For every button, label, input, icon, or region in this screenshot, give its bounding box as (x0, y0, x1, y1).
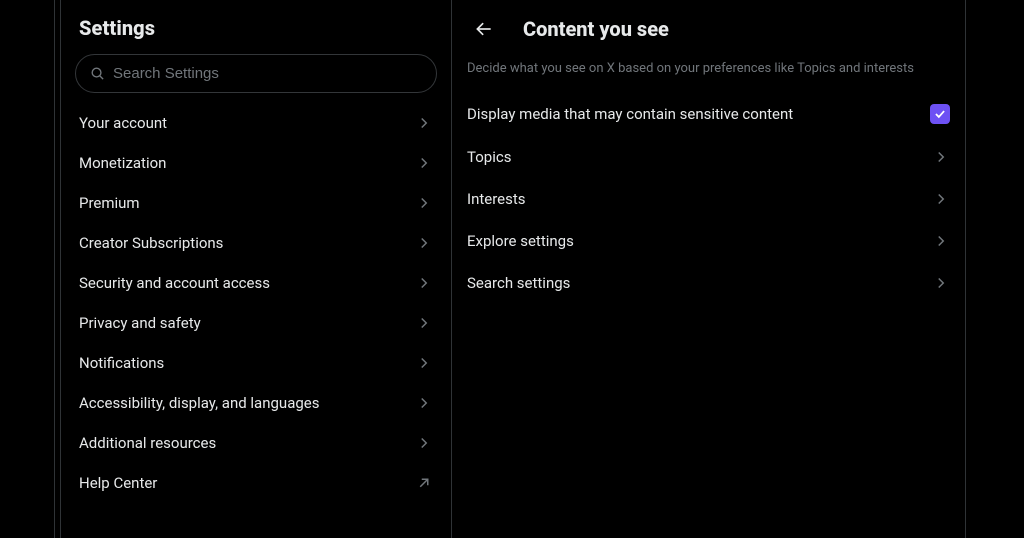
sidebar-item-your-account[interactable]: Your account (61, 103, 451, 143)
search-icon (90, 66, 105, 81)
content-item-label: Interests (467, 190, 526, 208)
sidebar-item-label: Security and account access (79, 274, 270, 292)
chevron-right-icon (415, 234, 433, 252)
sidebar-item-label: Privacy and safety (79, 314, 201, 332)
sidebar-item-premium[interactable]: Premium (61, 183, 451, 223)
sidebar-item-privacy-and-safety[interactable]: Privacy and safety (61, 303, 451, 343)
chevron-right-icon (932, 190, 950, 208)
search-row (61, 54, 451, 103)
chevron-right-icon (415, 354, 433, 372)
checkbox-checked-icon[interactable] (930, 104, 950, 124)
sidebar-item-label: Help Center (79, 474, 157, 492)
settings-list: Your account Monetization Premium Creato… (61, 103, 451, 503)
content-item-label: Display media that may contain sensitive… (467, 105, 793, 123)
main-header: Content you see (451, 8, 966, 50)
sidebar-item-label: Accessibility, display, and languages (79, 394, 319, 412)
sidebar-item-accessibility-display-and-languages[interactable]: Accessibility, display, and languages (61, 383, 451, 423)
sidebar-item-label: Monetization (79, 154, 166, 172)
content-item-topics[interactable]: Topics (451, 136, 966, 178)
sidebar-item-creator-subscriptions[interactable]: Creator Subscriptions (61, 223, 451, 263)
sidebar-item-security-and-account-access[interactable]: Security and account access (61, 263, 451, 303)
chevron-right-icon (932, 274, 950, 292)
content-list: Display media that may contain sensitive… (451, 92, 966, 304)
sidebar-item-label: Additional resources (79, 434, 216, 452)
page-title: Content you see (523, 17, 669, 41)
chevron-right-icon (415, 274, 433, 292)
sidebar-item-help-center[interactable]: Help Center (61, 463, 451, 503)
sidebar-item-notifications[interactable]: Notifications (61, 343, 451, 383)
content-item-interests[interactable]: Interests (451, 178, 966, 220)
search-wrap[interactable] (75, 54, 437, 93)
chevron-right-icon (415, 114, 433, 132)
back-button[interactable] (467, 12, 501, 46)
chevron-right-icon (932, 232, 950, 250)
sidebar-title: Settings (61, 10, 451, 54)
settings-sidebar: Settings Your account Moneti (61, 0, 451, 538)
content-item-search-settings[interactable]: Search settings (451, 262, 966, 304)
chevron-right-icon (415, 194, 433, 212)
sidebar-item-monetization[interactable]: Monetization (61, 143, 451, 183)
page-description: Decide what you see on X based on your p… (451, 50, 966, 92)
content-item-label: Search settings (467, 274, 570, 292)
external-link-icon (415, 474, 433, 492)
sidebar-item-label: Creator Subscriptions (79, 234, 223, 252)
content-pane: Content you see Decide what you see on X… (451, 0, 966, 538)
content-item-explore-settings[interactable]: Explore settings (451, 220, 966, 262)
content-item-label: Topics (467, 148, 511, 166)
content-item-label: Explore settings (467, 232, 574, 250)
chevron-right-icon (415, 434, 433, 452)
content-item-sensitive-media[interactable]: Display media that may contain sensitive… (451, 92, 966, 136)
chevron-right-icon (415, 154, 433, 172)
sidebar-item-additional-resources[interactable]: Additional resources (61, 423, 451, 463)
chevron-right-icon (415, 314, 433, 332)
chevron-right-icon (415, 394, 433, 412)
chevron-right-icon (932, 148, 950, 166)
sidebar-item-label: Your account (79, 114, 167, 132)
search-input[interactable] (113, 65, 422, 82)
sidebar-item-label: Premium (79, 194, 140, 212)
sidebar-item-label: Notifications (79, 354, 164, 372)
